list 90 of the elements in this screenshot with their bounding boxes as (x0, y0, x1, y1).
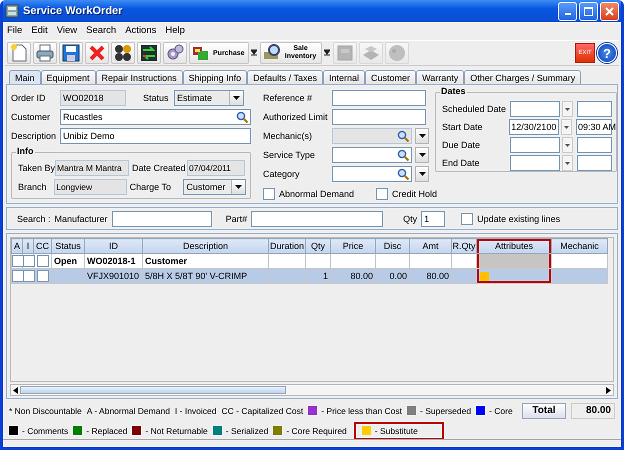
field-label: Authorized Limit (263, 112, 329, 122)
column-header[interactable]: R.Qty (452, 238, 476, 254)
menu-item[interactable]: Edit (31, 25, 48, 36)
tab[interactable]: Customer (365, 70, 416, 84)
checkbox-label: Credit Hold (392, 188, 438, 198)
field-label: Customer (11, 112, 52, 122)
column-header[interactable]: Duration (268, 238, 306, 254)
legend-label: - Price less than Cost (321, 406, 402, 416)
field-label: Mechanic(s) (263, 130, 314, 140)
field-label: Reference # (263, 92, 314, 102)
table-cell: VFJX901010 (87, 271, 140, 281)
column-header[interactable]: Amt (410, 238, 452, 254)
legend-label: - Serialized (226, 426, 268, 436)
legend-label: - Substitute (374, 426, 418, 436)
table-cell: WO02018-1 (87, 256, 136, 266)
column-header[interactable]: Price (330, 238, 376, 254)
field-label: Order ID (11, 92, 47, 102)
status-dropdown[interactable]: Estimate (174, 90, 244, 106)
legend-label: - Replaced (86, 426, 128, 436)
table-cell: Open (54, 256, 78, 266)
field-label: Scheduled Date (442, 104, 508, 114)
legend-label: - Core (489, 406, 513, 416)
tab[interactable]: Shipping Info (182, 70, 248, 84)
column-header[interactable]: A (12, 238, 22, 254)
charge-to-dropdown[interactable]: Customer (183, 178, 246, 194)
column-header[interactable]: Disc (376, 238, 410, 254)
menu-item[interactable]: File (7, 25, 22, 36)
table-cell: 80.00 (350, 271, 373, 281)
tab[interactable]: Other Charges / Summary (464, 70, 582, 84)
tab[interactable]: Repair Instructions (96, 70, 183, 84)
checkbox-label: Update existing lines (477, 214, 560, 224)
column-header[interactable]: ID (84, 238, 142, 254)
input-field[interactable]: Mantra M Mantra (55, 160, 129, 176)
tab[interactable]: Main (9, 70, 41, 84)
field-label: Category (263, 168, 301, 178)
legend-label: * Non Discountable (9, 406, 82, 416)
column-header[interactable]: Status (52, 238, 84, 254)
menu-item[interactable]: Search (86, 25, 116, 36)
table-cell: 5/8H X 5/8T 90' V-CRIMP (145, 271, 248, 281)
menu-item[interactable]: Actions (125, 25, 156, 36)
legend-label: A - Abnormal Demand (86, 406, 170, 416)
input-field[interactable]: 07/04/2011 (187, 160, 245, 176)
tab[interactable]: Internal (323, 70, 366, 84)
total-value: 80.00 (571, 402, 615, 418)
column-header[interactable]: I (22, 238, 34, 254)
input-field[interactable]: Rucastles (60, 108, 251, 124)
input-field[interactable]: Unibiz Demo (60, 128, 251, 144)
field-label: Part# (226, 214, 248, 224)
search-label: Search : (17, 214, 51, 224)
legend-label: CC - Capitalized Cost (222, 406, 304, 416)
window-title: Service WorkOrder (23, 5, 124, 17)
checkbox-label: Abnormal Demand (279, 188, 354, 198)
tab[interactable]: Warranty (416, 70, 464, 84)
tab[interactable]: Equipment (40, 70, 96, 84)
group-title: Dates (440, 86, 467, 96)
input-field[interactable]: Longview (54, 178, 127, 194)
field-label: Qty (403, 214, 418, 224)
table-cell: 0.00 (389, 271, 407, 281)
table-cell: Customer (145, 256, 188, 266)
menu-item[interactable]: Help (165, 25, 185, 36)
legend-label: - Core Required (286, 426, 347, 436)
field-label: Service Type (263, 150, 316, 160)
field-label: Branch (18, 182, 48, 192)
field-label: Description (11, 130, 57, 140)
field-label: Date Created (132, 162, 184, 172)
help-button[interactable]: ? (597, 43, 617, 63)
quantity-field[interactable]: 1 (421, 210, 446, 226)
legend-label: - Not Returnable (145, 426, 208, 436)
field-label: Status (143, 92, 170, 102)
field-label: Due Date (442, 140, 482, 150)
date-field[interactable]: 12/30/2100 (509, 119, 560, 135)
menu-item[interactable]: View (56, 25, 78, 36)
field-label: Manufacturer (54, 214, 108, 224)
column-header[interactable]: Attributes (476, 238, 552, 254)
column-header[interactable]: Qty (306, 238, 330, 254)
table-cell: 80.00 (426, 271, 449, 281)
legend-label: I - Invoiced (174, 406, 216, 416)
table-cell: 1 (322, 271, 328, 281)
field-label: Start Date (442, 122, 484, 132)
total-button[interactable]: Total (522, 402, 566, 418)
legend-label: - Comments (22, 426, 68, 436)
input-field[interactable]: WO02018 (60, 90, 126, 106)
group-title: Info (16, 146, 34, 156)
tab[interactable]: Defaults / Taxes (247, 70, 324, 84)
column-header[interactable]: CC (34, 238, 52, 254)
legend-label: - Superseded (420, 406, 472, 416)
column-header[interactable]: Description (142, 238, 268, 254)
field-label: Charge To (130, 182, 172, 192)
field-label: End Date (442, 158, 481, 168)
column-header[interactable]: Mechanic (552, 238, 608, 254)
